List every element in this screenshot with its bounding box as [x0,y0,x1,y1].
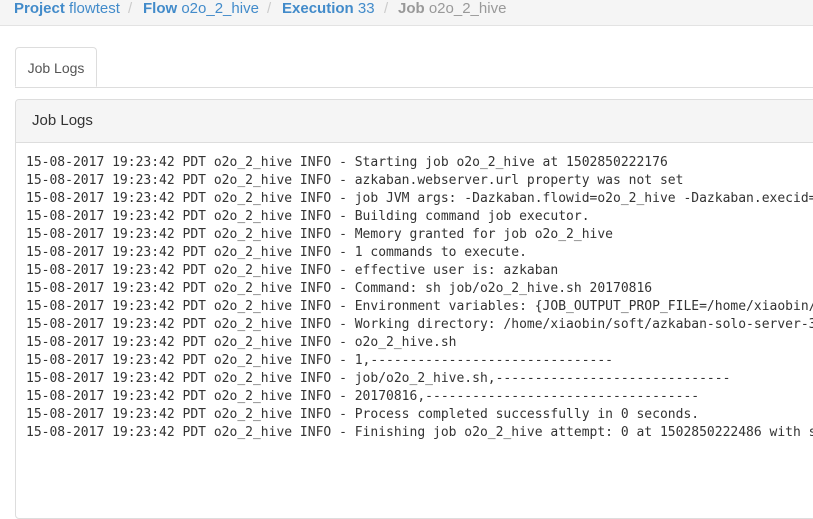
log-line: 15-08-2017 19:23:42 PDT o2o_2_hive INFO … [26,335,457,350]
log-line: 15-08-2017 19:23:42 PDT o2o_2_hive INFO … [26,209,590,224]
log-line: 15-08-2017 19:23:42 PDT o2o_2_hive INFO … [26,353,613,368]
breadcrumb-execution-value: 33 [357,0,375,17]
breadcrumb-project-value: flowtest [69,0,120,17]
log-line: 15-08-2017 19:23:42 PDT o2o_2_hive INFO … [26,299,813,314]
log-line: 15-08-2017 19:23:42 PDT o2o_2_hive INFO … [26,227,613,242]
log-line: 15-08-2017 19:23:42 PDT o2o_2_hive INFO … [26,173,684,188]
breadcrumb-flow-link[interactable]: Flow o2o_2_hive [143,0,259,17]
breadcrumb-flow-value: o2o_2_hive [181,0,259,17]
log-line: 15-08-2017 19:23:42 PDT o2o_2_hive INFO … [26,371,731,386]
breadcrumb-execution-link[interactable]: Execution 33 [282,0,375,17]
breadcrumb: Project flowtest / Flow o2o_2_hive / Exe… [0,0,813,26]
breadcrumb-job-current: Job o2o_2_hive [398,0,506,17]
breadcrumb-separator: / [384,0,389,17]
breadcrumb-separator: / [128,0,133,17]
log-output: 15-08-2017 19:23:42 PDT o2o_2_hive INFO … [26,154,813,442]
log-line: 15-08-2017 19:23:42 PDT o2o_2_hive INFO … [26,407,700,422]
breadcrumb-job-key: Job [398,0,425,17]
tab-job-logs[interactable]: Job Logs [15,47,97,87]
breadcrumb-flow-key: Flow [143,0,178,17]
panel-title: Job Logs [16,100,813,143]
job-logs-panel: Job Logs 15-08-2017 19:23:42 PDT o2o_2_h… [15,99,813,519]
log-line: 15-08-2017 19:23:42 PDT o2o_2_hive INFO … [26,389,700,404]
breadcrumb-separator: / [267,0,272,17]
log-line: 15-08-2017 19:23:42 PDT o2o_2_hive INFO … [26,317,813,332]
log-line: 15-08-2017 19:23:42 PDT o2o_2_hive INFO … [26,425,813,440]
breadcrumb-job-value: o2o_2_hive [428,0,507,17]
log-line: 15-08-2017 19:23:42 PDT o2o_2_hive INFO … [26,281,653,296]
tab-bar: Job Logs [15,47,813,88]
log-line: 15-08-2017 19:23:42 PDT o2o_2_hive INFO … [26,245,527,260]
breadcrumb-project-key: Project [14,0,65,17]
log-line: 15-08-2017 19:23:42 PDT o2o_2_hive INFO … [26,155,668,170]
breadcrumb-project-link[interactable]: Project flowtest [14,0,120,17]
log-line: 15-08-2017 19:23:42 PDT o2o_2_hive INFO … [26,263,559,278]
log-line: 15-08-2017 19:23:42 PDT o2o_2_hive INFO … [26,191,813,206]
breadcrumb-execution-key: Execution [282,0,354,17]
